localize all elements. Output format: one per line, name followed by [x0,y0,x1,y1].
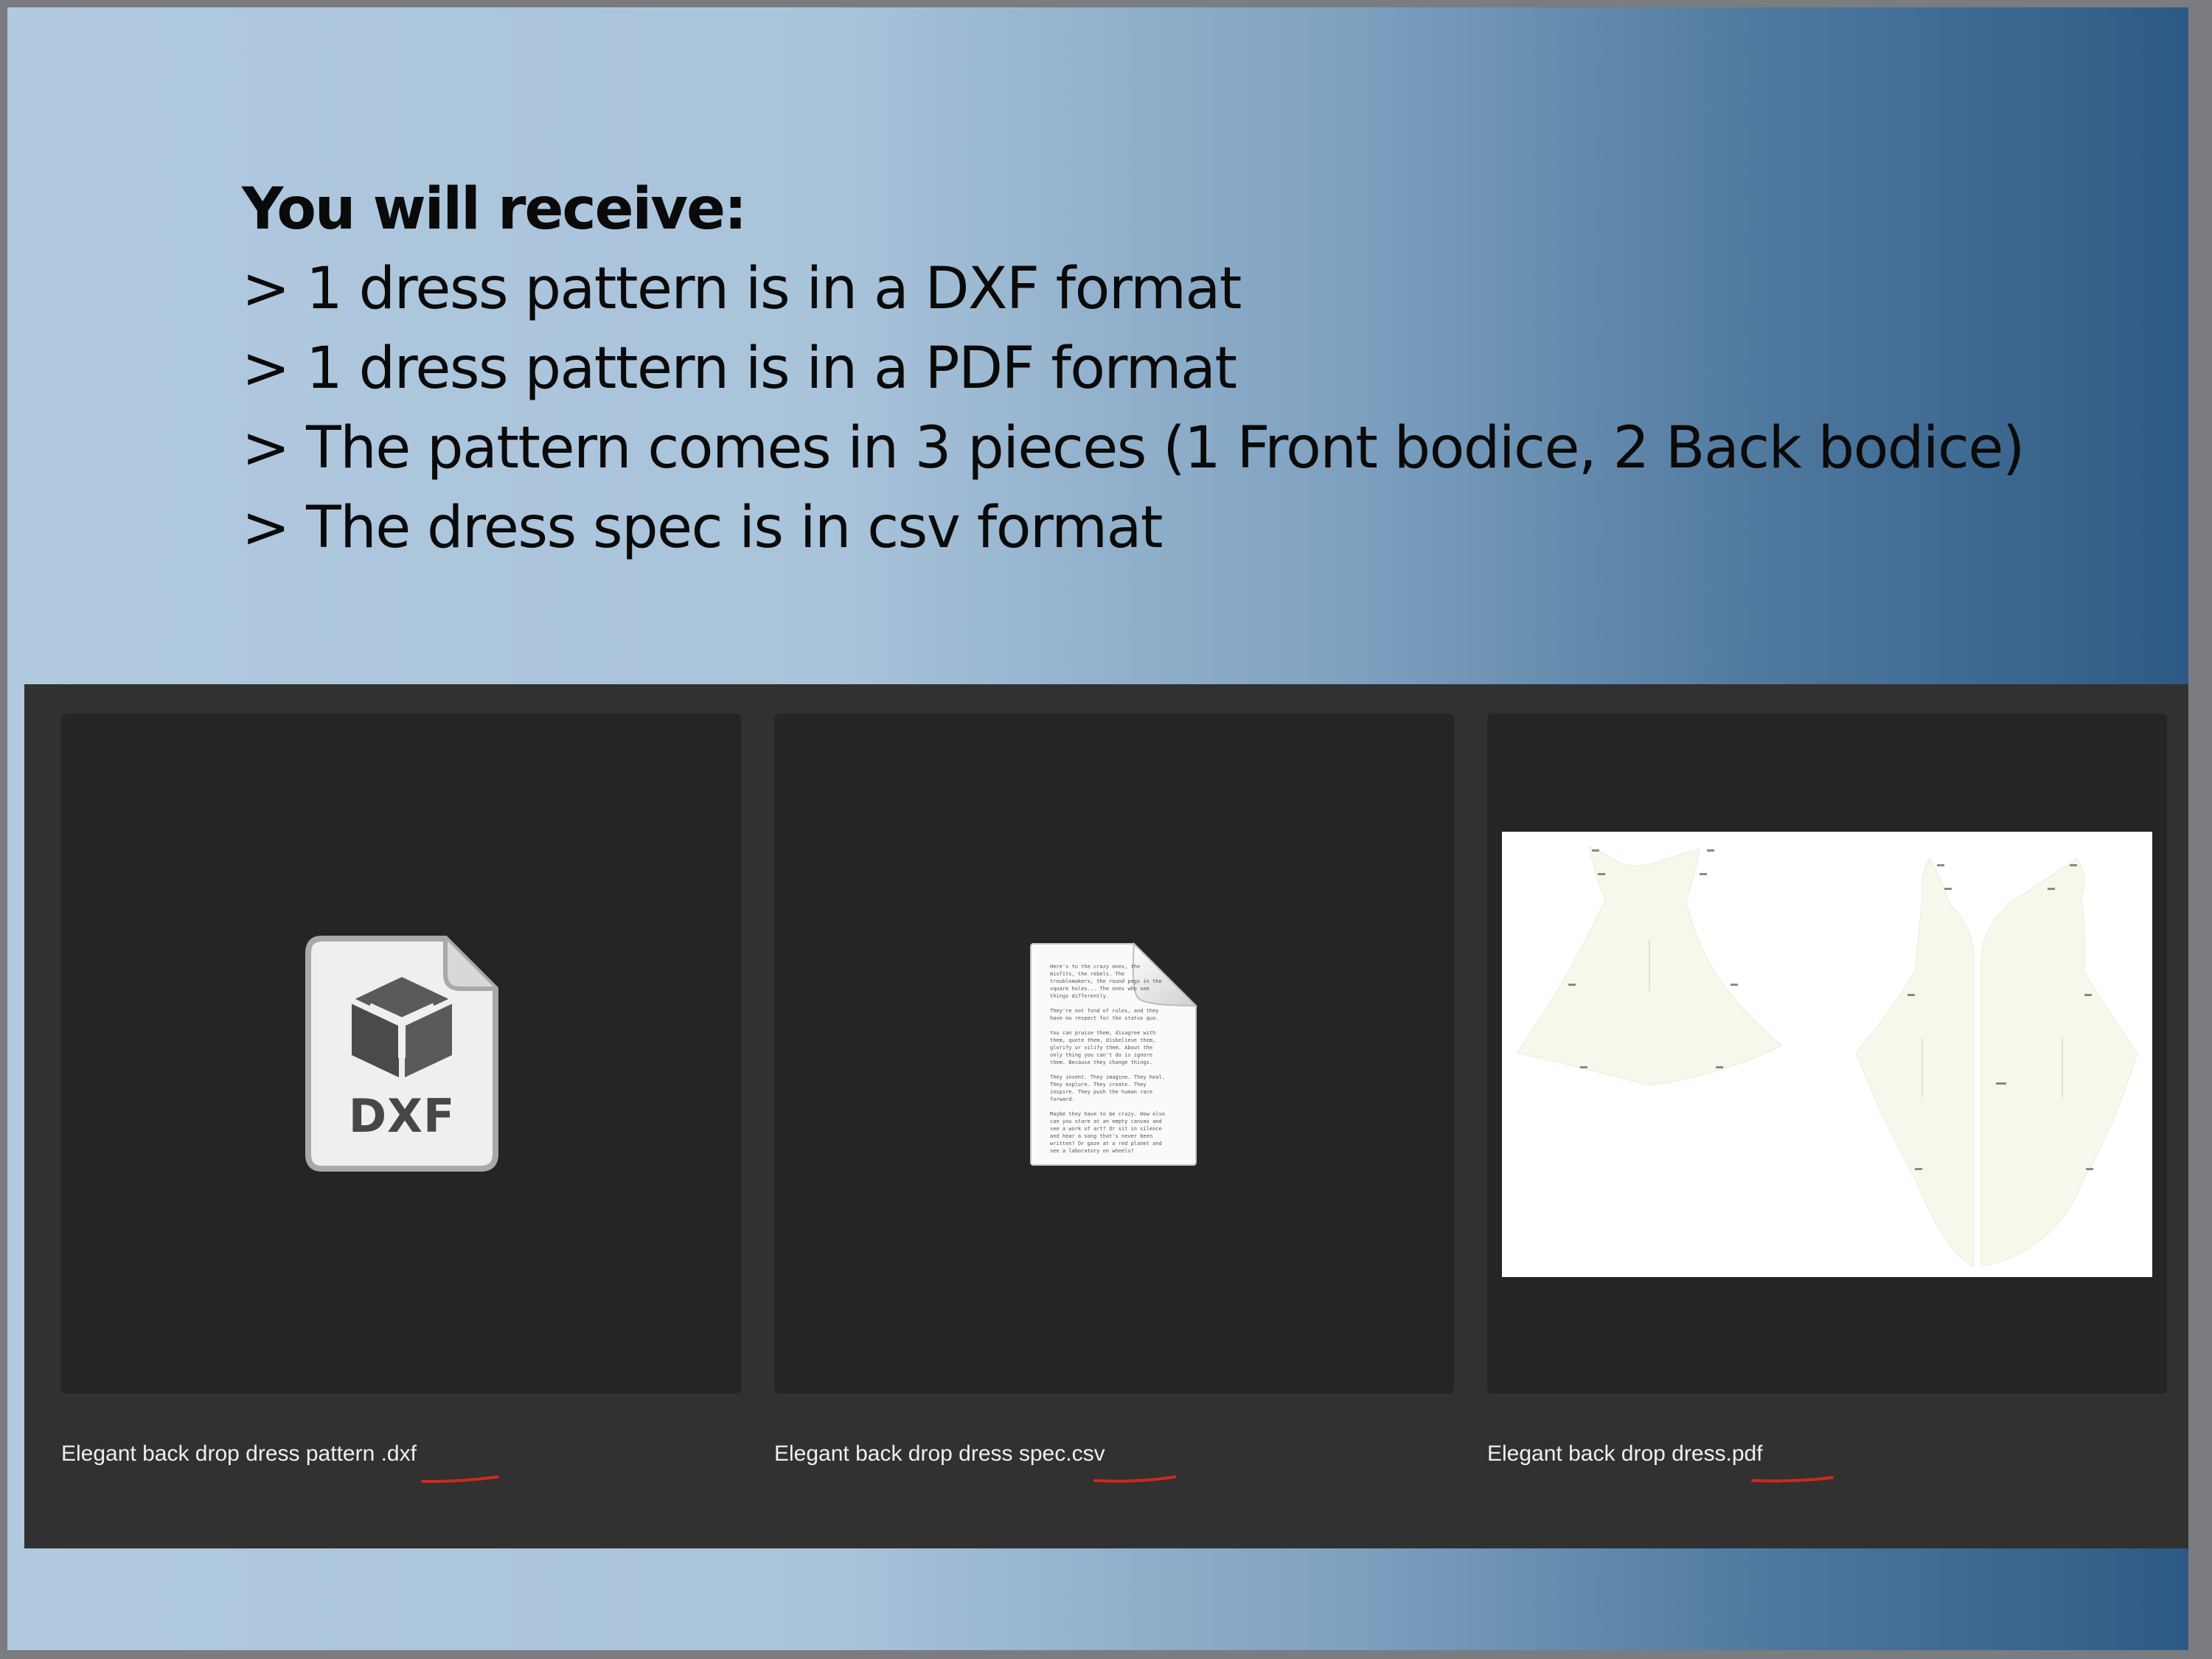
intro-heading: You will receive: [242,176,747,243]
intro-line-pdf: > 1 dress pattern is in a PDF format [242,335,1237,402]
file-name-csv[interactable]: Elegant back drop dress spec.csv [774,1441,1105,1467]
file-name-pdf-label: Elegant back drop dress.pdf [1487,1441,1763,1466]
slide-canvas: You will receive: > 1 dress pattern is i… [7,7,2188,1650]
intro-line-pieces: > The pattern comes in 3 pieces (1 Front… [242,415,2025,481]
dxf-extension-underline [421,1475,499,1484]
csv-extension-underline [1093,1475,1176,1483]
file-tile-dxf[interactable]: DXF [61,714,741,1394]
file-name-dxf[interactable]: Elegant back drop dress pattern .dxf [61,1441,417,1467]
file-name-pdf[interactable]: Elegant back drop dress.pdf [1487,1441,1763,1467]
pattern-pieces-drawing [1516,846,2138,1267]
pdf-preview [1502,832,2152,1277]
file-tile-csv[interactable]: Here's to the crazy ones, the misfits, t… [774,714,1454,1394]
document-preview-text: Here's to the crazy ones, the misfits, t… [1050,964,1165,1154]
intro-line-csv: > The dress spec is in csv format [242,495,1163,561]
intro-line-dxf: > 1 dress pattern is in a DXF format [242,256,1242,322]
file-name-csv-label: Elegant back drop dress spec.csv [774,1441,1105,1466]
intro-text: You will receive: > 1 dress pattern is i… [242,170,2129,568]
file-browser-panel: DXF Elegant back drop dress pattern .dxf… [24,684,2188,1548]
file-tile-pdf[interactable] [1487,714,2167,1394]
pdf-extension-underline [1751,1476,1834,1483]
file-name-dxf-label: Elegant back drop dress pattern .dxf [61,1441,417,1466]
dxf-badge-label: DXF [348,1089,456,1143]
